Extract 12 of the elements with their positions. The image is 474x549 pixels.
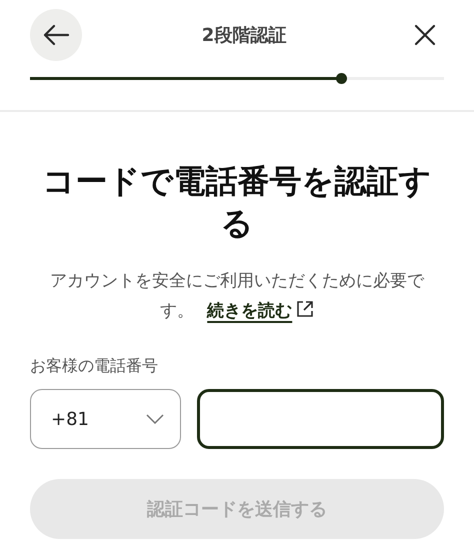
- heading: コードで電話番号を認証する: [42, 161, 432, 244]
- chevron-down-icon: [146, 414, 164, 424]
- page-title: 2段階認証: [202, 24, 286, 47]
- back-button[interactable]: [30, 9, 82, 61]
- phone-input-field[interactable]: [197, 389, 444, 449]
- description-text: アカウントを安全にご利用いただくために必要です。 続きを読む: [49, 270, 426, 323]
- read-more-link[interactable]: 続きを読む: [207, 301, 292, 321]
- external-link-icon: [296, 300, 314, 318]
- country-code-dropdown[interactable]: +81: [30, 389, 181, 449]
- phone-label: お客様の電話番号: [30, 356, 159, 377]
- close-icon: [414, 24, 436, 46]
- back-arrow-icon: [42, 24, 70, 46]
